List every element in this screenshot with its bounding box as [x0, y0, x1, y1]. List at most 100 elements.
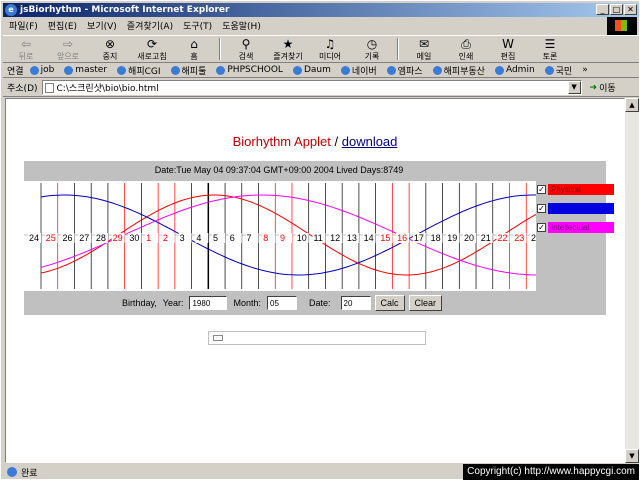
- legend-intellectual[interactable]: ✓ Intellectual: [537, 221, 614, 233]
- x-tick-label: 12: [330, 233, 340, 243]
- search-button[interactable]: ⚲ 검색: [229, 37, 263, 62]
- x-tick-label: 6: [230, 233, 235, 243]
- menu-favorites[interactable]: 즐겨찾기(A): [127, 19, 173, 32]
- x-tick-label: 1: [146, 233, 151, 243]
- date-input[interactable]: [340, 296, 371, 310]
- home-icon: ⌂: [190, 36, 198, 51]
- link-item[interactable]: master: [64, 64, 107, 77]
- minimize-button[interactable]: _: [596, 4, 609, 15]
- forward-button[interactable]: ⇨ 앞으로: [51, 37, 85, 62]
- discuss-button[interactable]: ☰ 토론: [533, 37, 567, 62]
- ie-link-icon: [292, 65, 302, 75]
- x-tick-label: 9: [280, 233, 285, 243]
- x-tick-label: 29: [113, 233, 123, 243]
- scroll-down-icon[interactable]: ▼: [625, 449, 639, 463]
- ie-link-icon: [544, 65, 554, 75]
- history-button[interactable]: ◷ 기록: [355, 37, 389, 62]
- status-bar: 완료 Copyright(c) http://www.happycgi.com: [3, 464, 639, 480]
- favorites-button[interactable]: ★ 즐겨찾기: [271, 37, 305, 62]
- applet-placeholder: [208, 331, 426, 345]
- close-button[interactable]: ✕: [624, 4, 637, 15]
- year-label: Year:: [162, 298, 184, 308]
- status-page-icon: [7, 467, 17, 477]
- biorhythm-chart: 24 25 26 27 28 29 30 1 2 3 4 5 6 7 8 9 10 11 12 13 14 15 16 17 1…: [24, 181, 536, 291]
- x-tick-label: 24: [531, 233, 536, 243]
- link-item[interactable]: 엠파스: [386, 64, 423, 77]
- ie-link-icon: [386, 65, 396, 75]
- x-tick-label: 20: [464, 233, 474, 243]
- address-input[interactable]: C:\스크린샷\bio\bio.html ▼: [41, 80, 582, 95]
- link-item[interactable]: job: [29, 64, 54, 77]
- date-label: Date:: [309, 298, 331, 308]
- x-tick-label: 26: [62, 233, 72, 243]
- links-label: 연결: [7, 66, 24, 77]
- back-arrow-icon: ⇦: [20, 36, 32, 51]
- address-dropdown-icon[interactable]: ▼: [567, 81, 581, 94]
- address-label: 주소(D): [7, 84, 38, 94]
- x-tick-label: 19: [447, 233, 457, 243]
- ie-link-icon: [432, 65, 442, 75]
- menu-file[interactable]: 파일(F): [9, 19, 38, 32]
- biorhythm-applet: Date:Tue May 04 09:37:04 GMT+09:00 2004 …: [24, 161, 614, 315]
- x-tick-label: 13: [347, 233, 357, 243]
- back-button[interactable]: ⇦ 뒤로: [9, 37, 43, 62]
- toolbar: ⇦ 뒤로 ⇨ 앞으로 ⊗ 중지 ⟳ 새로고침 ⌂ 홈 ⚲ 검색 ★ 즐겨찾기 ♫ 미디어 ◷ 기록…: [3, 35, 639, 63]
- links-more[interactable]: »: [582, 65, 588, 75]
- clear-button[interactable]: Clear: [408, 295, 443, 311]
- intellectual-checkbox[interactable]: ✓: [537, 222, 546, 232]
- emotional-checkbox[interactable]: ✓: [537, 203, 546, 213]
- download-link[interactable]: download: [342, 134, 398, 149]
- month-input[interactable]: [267, 296, 297, 310]
- scroll-up-icon[interactable]: ▲: [625, 98, 639, 112]
- favorites-icon: ★: [282, 36, 294, 51]
- x-tick-label: 14: [364, 233, 374, 243]
- x-tick-label: 3: [180, 233, 185, 243]
- x-tick-label: 17: [414, 233, 424, 243]
- legend-physical[interactable]: ✓ Physical: [537, 183, 614, 195]
- menu-tools[interactable]: 도구(T): [183, 19, 212, 32]
- print-button[interactable]: ⎙ 인쇄: [449, 37, 483, 62]
- menu-edit[interactable]: 편집(E): [48, 19, 77, 32]
- home-button[interactable]: ⌂ 홈: [177, 37, 211, 62]
- stop-icon: ⊗: [104, 36, 116, 51]
- x-tick-label: 28: [96, 233, 106, 243]
- link-item[interactable]: PHPSCHOOL: [216, 64, 283, 77]
- ie-icon: e: [5, 4, 17, 16]
- link-item[interactable]: 네이버: [340, 64, 377, 77]
- link-item[interactable]: Admin: [494, 64, 535, 77]
- x-tick-label: 16: [397, 233, 407, 243]
- vertical-scrollbar[interactable]: ▲ ▼: [625, 98, 639, 463]
- maximize-button[interactable]: □: [610, 4, 623, 15]
- menu-help[interactable]: 도움말(H): [222, 19, 261, 32]
- x-tick-label: 22: [497, 233, 507, 243]
- refresh-button[interactable]: ⟳ 새로고침: [135, 37, 169, 62]
- stop-button[interactable]: ⊗ 중지: [93, 37, 127, 62]
- media-button[interactable]: ♫ 미디어: [313, 37, 347, 62]
- legend-label-physical: Physical: [548, 183, 614, 195]
- forward-arrow-icon: ⇨: [62, 36, 74, 51]
- ie-link-icon: [64, 65, 74, 75]
- year-input[interactable]: [189, 296, 228, 310]
- page-content: Biorhythm Applet / download Date:Tue May…: [5, 98, 625, 463]
- media-icon: ♫: [324, 36, 336, 51]
- x-tick-label: 2: [163, 233, 168, 243]
- legend-emotional[interactable]: ✓ Emotional: [537, 202, 614, 214]
- link-item[interactable]: 해피CGI: [117, 64, 161, 77]
- go-arrow-icon: ➜: [589, 82, 598, 93]
- birthday-form: Birthday, Year: Month: Date: Calc Clear: [24, 293, 534, 313]
- mail-button[interactable]: ✉ 메일: [407, 37, 441, 62]
- link-item[interactable]: 해피부동산: [432, 64, 485, 77]
- menu-view[interactable]: 보기(V): [87, 19, 117, 32]
- edit-button[interactable]: W 편집: [491, 37, 525, 62]
- link-item[interactable]: 국민: [544, 64, 572, 77]
- link-item[interactable]: Daum: [292, 64, 331, 77]
- link-item[interactable]: 해피툴: [170, 64, 206, 77]
- browser-window: e jsBiorhythm - Microsoft Internet Explo…: [0, 0, 640, 480]
- calc-button[interactable]: Calc: [374, 295, 405, 311]
- legend-label-emotional: Emotional: [548, 202, 614, 214]
- window-title: jsBiorhythm - Microsoft Internet Explore…: [20, 5, 230, 15]
- x-tick-label: 18: [431, 233, 441, 243]
- copyright-banner: Copyright(c) http://www.happycgi.com: [463, 464, 639, 480]
- go-button[interactable]: ➜ 이동: [589, 81, 616, 95]
- physical-checkbox[interactable]: ✓: [537, 184, 546, 194]
